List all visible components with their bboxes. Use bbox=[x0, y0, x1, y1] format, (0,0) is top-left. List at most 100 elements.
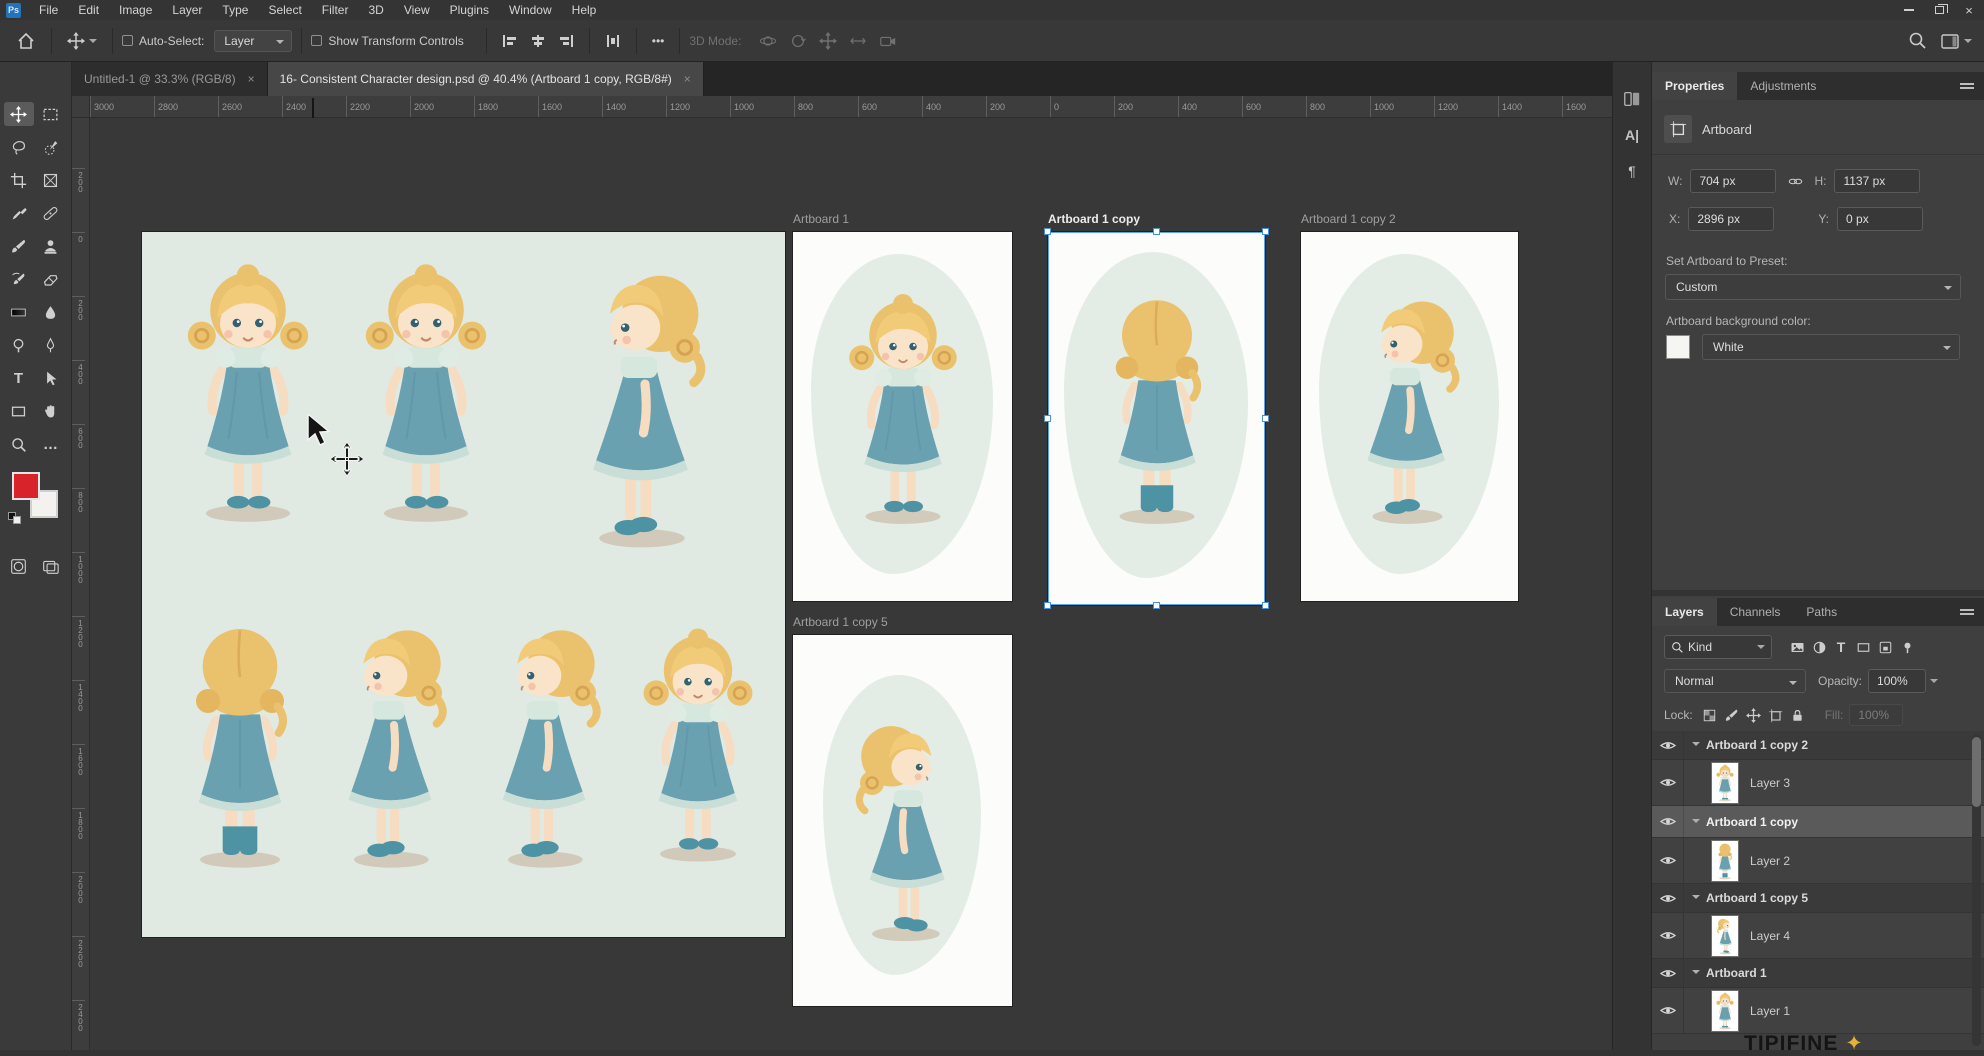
height-field[interactable]: 1137 px bbox=[1834, 169, 1920, 193]
quick-mask-button[interactable] bbox=[4, 554, 34, 578]
transform-handle[interactable] bbox=[1044, 602, 1051, 609]
layer-thumbnail[interactable] bbox=[1712, 916, 1738, 956]
menu-item[interactable]: Help bbox=[562, 0, 607, 20]
menu-item[interactable]: Select bbox=[258, 0, 311, 20]
layer-group-row[interactable]: Artboard 1 copy 2 bbox=[1652, 731, 1984, 760]
artboard-1-copy-2[interactable] bbox=[1301, 232, 1518, 601]
align-left-button[interactable] bbox=[496, 34, 524, 48]
filter-type-layers-icon[interactable]: T bbox=[1830, 636, 1852, 658]
distribute-horizontal-button[interactable] bbox=[599, 34, 627, 48]
tab-layers[interactable]: Layers bbox=[1652, 598, 1717, 626]
menu-item[interactable]: Plugins bbox=[440, 0, 499, 20]
brush-tool[interactable] bbox=[4, 234, 34, 258]
lock-transparent-pixels-icon[interactable] bbox=[1699, 704, 1721, 726]
dodge-tool[interactable] bbox=[4, 333, 34, 357]
panel-menu-icon[interactable] bbox=[1960, 607, 1974, 617]
home-button[interactable] bbox=[10, 31, 42, 51]
artboard-bg-color-dropdown[interactable]: White bbox=[1702, 334, 1960, 360]
layer-group-row[interactable]: Artboard 1 copy 5 bbox=[1652, 884, 1984, 913]
menu-item[interactable]: Edit bbox=[68, 0, 109, 20]
artboard-1[interactable] bbox=[793, 232, 1012, 601]
hand-tool[interactable] bbox=[36, 399, 66, 423]
lock-all-icon[interactable] bbox=[1787, 704, 1809, 726]
menu-item[interactable]: Image bbox=[109, 0, 162, 20]
character-panel-icon[interactable]: A| bbox=[1619, 122, 1645, 148]
auto-select-target-dropdown[interactable]: Layer bbox=[214, 30, 292, 52]
visibility-eye-icon[interactable] bbox=[1652, 959, 1684, 987]
blur-tool[interactable] bbox=[36, 300, 66, 324]
layer-row[interactable]: Layer 2 bbox=[1652, 838, 1984, 884]
artboard-1-copy[interactable] bbox=[1048, 232, 1265, 605]
default-colors-icon[interactable] bbox=[8, 512, 22, 524]
document-tab-character-design[interactable]: 16- Consistent Character design.psd @ 40… bbox=[268, 62, 704, 96]
artboard-label-selected[interactable]: Artboard 1 copy bbox=[1048, 212, 1140, 228]
workspace-switcher-icon[interactable] bbox=[1940, 32, 1972, 51]
artboard-label[interactable]: Artboard 1 copy 2 bbox=[1301, 212, 1396, 228]
rectangular-marquee-tool[interactable] bbox=[36, 102, 66, 126]
transform-handle[interactable] bbox=[1262, 415, 1269, 422]
chevron-down-icon[interactable] bbox=[1692, 970, 1700, 978]
filter-pixel-layers-icon[interactable] bbox=[1786, 636, 1808, 658]
vertical-ruler[interactable]: 2000200400600800100012001400160018002000… bbox=[72, 118, 90, 1050]
chevron-down-icon[interactable] bbox=[1692, 742, 1700, 750]
tab-close-icon[interactable]: × bbox=[248, 72, 255, 86]
opacity-field[interactable]: 100% bbox=[1868, 669, 1926, 693]
layer-thumbnail[interactable] bbox=[1712, 763, 1738, 803]
width-field[interactable]: 704 px bbox=[1690, 169, 1776, 193]
align-right-button[interactable] bbox=[552, 34, 580, 48]
y-field[interactable]: 0 px bbox=[1837, 207, 1923, 231]
frame-tool[interactable] bbox=[36, 168, 66, 192]
visibility-eye-icon[interactable] bbox=[1652, 988, 1684, 1033]
menu-item[interactable]: Window bbox=[499, 0, 562, 20]
lasso-tool[interactable] bbox=[4, 135, 34, 159]
layers-scrollbar[interactable] bbox=[1972, 734, 1981, 1046]
preset-dropdown[interactable]: Custom bbox=[1665, 274, 1961, 300]
transform-handle[interactable] bbox=[1262, 602, 1269, 609]
rectangle-tool[interactable] bbox=[4, 399, 34, 423]
paragraph-panel-icon[interactable]: ¶ bbox=[1619, 158, 1645, 184]
layer-row[interactable]: Layer 1 bbox=[1652, 988, 1984, 1034]
visibility-eye-icon[interactable] bbox=[1652, 913, 1684, 958]
visibility-eye-icon[interactable] bbox=[1652, 731, 1684, 759]
menu-item[interactable]: View bbox=[394, 0, 440, 20]
visibility-eye-icon[interactable] bbox=[1652, 838, 1684, 883]
auto-select-checkbox[interactable] bbox=[122, 35, 133, 46]
filter-toggle-pin-icon[interactable] bbox=[1896, 636, 1918, 658]
layer-thumbnail[interactable] bbox=[1712, 991, 1738, 1031]
panel-group-icon[interactable] bbox=[1619, 86, 1645, 112]
minimize-button[interactable] bbox=[1894, 0, 1924, 20]
menu-item[interactable]: Type bbox=[212, 0, 258, 20]
more-tools-button[interactable]: … bbox=[36, 432, 66, 456]
visibility-eye-icon[interactable] bbox=[1652, 884, 1684, 912]
blend-mode-dropdown[interactable]: Normal bbox=[1664, 669, 1806, 693]
eraser-tool[interactable] bbox=[36, 267, 66, 291]
restore-button[interactable] bbox=[1924, 0, 1954, 20]
transform-handle[interactable] bbox=[1153, 228, 1160, 235]
ruler-origin-corner[interactable] bbox=[72, 96, 90, 118]
menu-item[interactable]: 3D bbox=[358, 0, 393, 20]
artboard-label[interactable]: Artboard 1 copy 5 bbox=[793, 615, 888, 631]
gradient-tool[interactable] bbox=[4, 300, 34, 324]
clone-stamp-tool[interactable] bbox=[36, 234, 66, 258]
panel-menu-icon[interactable] bbox=[1960, 81, 1974, 91]
layer-thumbnail[interactable] bbox=[1712, 841, 1738, 881]
more-align-options-button[interactable]: ••• bbox=[646, 34, 671, 48]
horizontal-ruler[interactable]: 3000280026002400220020001800160014001200… bbox=[90, 96, 1612, 118]
close-button[interactable]: × bbox=[1954, 0, 1984, 20]
filter-kind-dropdown[interactable]: Kind bbox=[1664, 635, 1772, 659]
transform-handle[interactable] bbox=[1153, 602, 1160, 609]
layer-group-row-selected[interactable]: Artboard 1 copy bbox=[1652, 806, 1984, 838]
tab-close-icon[interactable]: × bbox=[684, 72, 691, 86]
path-selection-tool[interactable] bbox=[36, 366, 66, 390]
tab-channels[interactable]: Channels bbox=[1717, 598, 1794, 626]
artboard-bg-color-swatch[interactable] bbox=[1666, 335, 1690, 359]
spot-healing-brush-tool[interactable] bbox=[36, 201, 66, 225]
transform-handle[interactable] bbox=[1262, 228, 1269, 235]
chevron-down-icon[interactable] bbox=[1692, 895, 1700, 903]
transform-handle[interactable] bbox=[1044, 228, 1051, 235]
artboard-reference-sheet[interactable] bbox=[142, 232, 785, 937]
tab-properties[interactable]: Properties bbox=[1652, 72, 1737, 100]
lock-position-icon[interactable] bbox=[1743, 704, 1765, 726]
menu-item[interactable]: Filter bbox=[312, 0, 359, 20]
search-icon[interactable] bbox=[1908, 31, 1926, 52]
